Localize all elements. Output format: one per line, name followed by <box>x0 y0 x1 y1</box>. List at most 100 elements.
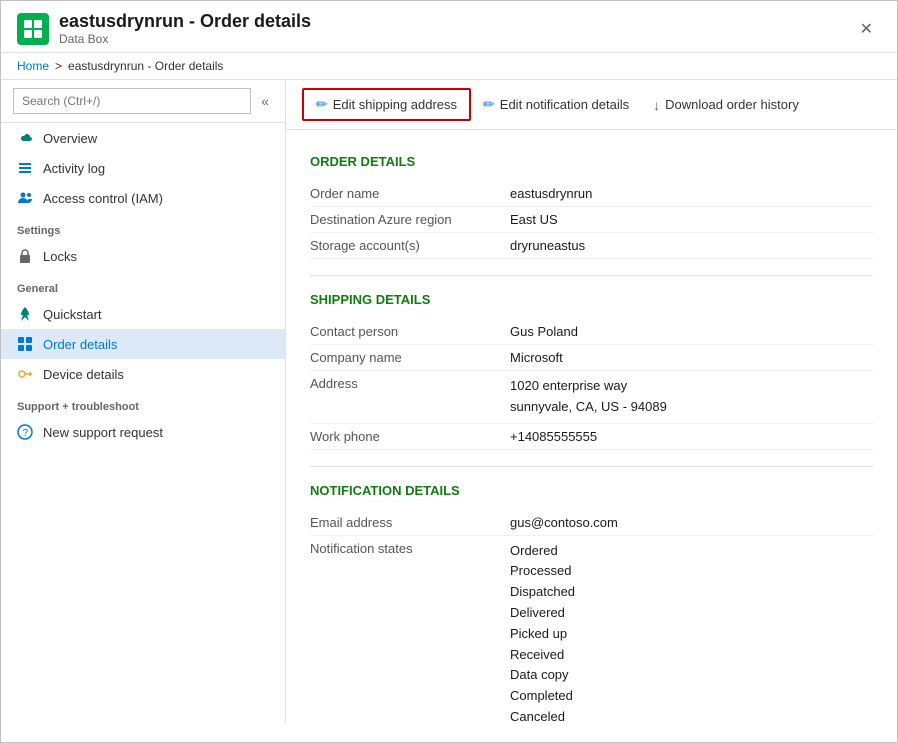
main-window: eastusdrynrun - Order details Data Box ✕… <box>0 0 898 743</box>
sidebar-item-order-details[interactable]: Order details <box>1 329 285 359</box>
state-8: Canceled <box>510 707 575 723</box>
address-line-1: 1020 enterprise way <box>510 376 667 397</box>
state-6: Data copy <box>510 665 575 686</box>
state-7: Completed <box>510 686 575 707</box>
edit-shipping-label: Edit shipping address <box>333 97 457 112</box>
download-icon: ↓ <box>653 97 660 113</box>
sidebar-item-device-label: Device details <box>43 367 124 382</box>
edit-shipping-button[interactable]: ✏ Edit shipping address <box>302 88 471 121</box>
detail-row-company: Company name Microsoft <box>310 345 873 371</box>
destination-value: East US <box>510 212 558 227</box>
breadcrumb: Home > eastusdrynrun - Order details <box>1 53 897 80</box>
breadcrumb-home[interactable]: Home <box>17 59 49 73</box>
company-value: Microsoft <box>510 350 563 365</box>
address-multiline: 1020 enterprise way sunnyvale, CA, US - … <box>510 376 667 418</box>
sidebar-item-access-control[interactable]: Access control (IAM) <box>1 183 285 213</box>
email-value: gus@contoso.com <box>510 515 618 530</box>
toolbar: ✏ Edit shipping address ✏ Edit notificat… <box>286 80 897 130</box>
detail-row-email: Email address gus@contoso.com <box>310 510 873 536</box>
sidebar-item-overview[interactable]: Overview <box>1 123 285 153</box>
sidebar: « Overview Activ <box>1 80 286 723</box>
detail-row-address: Address 1020 enterprise way sunnyvale, C… <box>310 371 873 424</box>
contact-label: Contact person <box>310 324 510 339</box>
detail-content: ORDER DETAILS Order name eastusdrynrun D… <box>286 130 897 723</box>
destination-label: Destination Azure region <box>310 212 510 227</box>
storage-label: Storage account(s) <box>310 238 510 253</box>
phone-label: Work phone <box>310 429 510 444</box>
content-area: ✏ Edit shipping address ✏ Edit notificat… <box>286 80 897 723</box>
detail-row-destination: Destination Azure region East US <box>310 207 873 233</box>
sidebar-item-activity-label: Activity log <box>43 161 105 176</box>
shipping-details-section-title: SHIPPING DETAILS <box>310 292 873 307</box>
sidebar-item-order-label: Order details <box>43 337 117 352</box>
state-4: Picked up <box>510 624 575 645</box>
address-value: 1020 enterprise way sunnyvale, CA, US - … <box>510 376 667 418</box>
page-title: eastusdrynrun - Order details <box>59 11 311 32</box>
state-2: Dispatched <box>510 582 575 603</box>
help-icon: ? <box>17 424 33 440</box>
breadcrumb-current: eastusdrynrun - Order details <box>68 59 223 73</box>
title-bar-left: eastusdrynrun - Order details Data Box <box>17 11 311 46</box>
sidebar-item-iam-label: Access control (IAM) <box>43 191 163 206</box>
sidebar-item-new-support[interactable]: ? New support request <box>1 417 285 447</box>
collapse-button[interactable]: « <box>257 91 273 111</box>
notification-states-multiline: Ordered Processed Dispatched Delivered P… <box>510 541 575 723</box>
key-icon <box>17 366 33 382</box>
sidebar-item-activity-log[interactable]: Activity log <box>1 153 285 183</box>
state-5: Received <box>510 645 575 666</box>
rocket-icon <box>17 306 33 322</box>
pencil-icon-2: ✏ <box>483 96 495 113</box>
contact-value: Gus Poland <box>510 324 578 339</box>
people-icon <box>17 190 33 206</box>
detail-row-contact: Contact person Gus Poland <box>310 319 873 345</box>
list-icon <box>17 160 33 176</box>
section-support-label: Support + troubleshoot <box>1 389 285 417</box>
sidebar-item-locks-label: Locks <box>43 249 77 264</box>
state-3: Delivered <box>510 603 575 624</box>
sidebar-item-support-label: New support request <box>43 425 163 440</box>
sidebar-item-device-details[interactable]: Device details <box>1 359 285 389</box>
order-details-section-title: ORDER DETAILS <box>310 154 873 169</box>
section-general-label: General <box>1 271 285 299</box>
main-layout: « Overview Activ <box>1 80 897 723</box>
page-subtitle: Data Box <box>59 32 311 46</box>
app-icon <box>17 13 49 45</box>
order-name-label: Order name <box>310 186 510 201</box>
sidebar-item-quickstart[interactable]: Quickstart <box>1 299 285 329</box>
edit-notification-label: Edit notification details <box>500 97 629 112</box>
sidebar-item-locks[interactable]: Locks <box>1 241 285 271</box>
notification-states-label: Notification states <box>310 541 510 723</box>
pencil-icon: ✏ <box>316 96 328 113</box>
divider-1 <box>310 275 873 276</box>
title-bar: eastusdrynrun - Order details Data Box ✕ <box>1 1 897 53</box>
state-0: Ordered <box>510 541 575 562</box>
address-label: Address <box>310 376 510 418</box>
close-button[interactable]: ✕ <box>852 15 881 43</box>
section-settings-label: Settings <box>1 213 285 241</box>
divider-2 <box>310 466 873 467</box>
notification-details-section-title: NOTIFICATION DETAILS <box>310 483 873 498</box>
email-label: Email address <box>310 515 510 530</box>
order-name-value: eastusdrynrun <box>510 186 592 201</box>
storage-value: dryruneastus <box>510 238 585 253</box>
company-label: Company name <box>310 350 510 365</box>
title-text: eastusdrynrun - Order details Data Box <box>59 11 311 46</box>
download-history-label: Download order history <box>665 97 799 112</box>
lock-icon <box>17 248 33 264</box>
detail-row-storage: Storage account(s) dryruneastus <box>310 233 873 259</box>
svg-text:?: ? <box>23 428 29 439</box>
search-box: « <box>1 80 285 123</box>
edit-notification-button[interactable]: ✏ Edit notification details <box>471 90 641 119</box>
detail-row-order-name: Order name eastusdrynrun <box>310 181 873 207</box>
phone-value: +14085555555 <box>510 429 597 444</box>
state-1: Processed <box>510 561 575 582</box>
grid-icon <box>17 336 33 352</box>
address-line-2: sunnyvale, CA, US - 94089 <box>510 397 667 418</box>
notification-states-value: Ordered Processed Dispatched Delivered P… <box>510 541 575 723</box>
search-input[interactable] <box>13 88 251 114</box>
detail-row-notification-states: Notification states Ordered Processed Di… <box>310 536 873 723</box>
sidebar-item-overview-label: Overview <box>43 131 97 146</box>
breadcrumb-separator: > <box>55 59 62 73</box>
download-history-button[interactable]: ↓ Download order history <box>641 91 811 119</box>
cloud-icon <box>17 130 33 146</box>
